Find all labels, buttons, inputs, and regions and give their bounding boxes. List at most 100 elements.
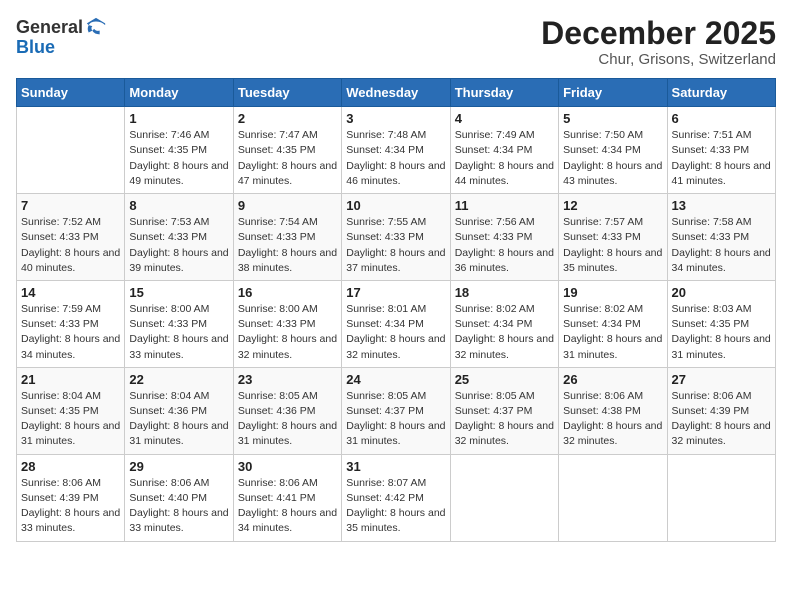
sunset-text: Sunset: 4:36 PM <box>129 404 228 419</box>
day-number: 3 <box>346 111 445 126</box>
logo: General Blue <box>16 16 107 58</box>
sunrise-text: Sunrise: 7:50 AM <box>563 128 662 143</box>
sunset-text: Sunset: 4:37 PM <box>346 404 445 419</box>
sunrise-text: Sunrise: 8:07 AM <box>346 476 445 491</box>
sunset-text: Sunset: 4:33 PM <box>21 230 120 245</box>
day-info: Sunrise: 8:05 AMSunset: 4:37 PMDaylight:… <box>455 389 554 450</box>
day-info: Sunrise: 7:54 AMSunset: 4:33 PMDaylight:… <box>238 215 337 276</box>
day-number: 8 <box>129 198 228 213</box>
daylight-text: Daylight: 8 hours and34 minutes. <box>21 332 120 362</box>
day-info: Sunrise: 8:00 AMSunset: 4:33 PMDaylight:… <box>238 302 337 363</box>
day-number: 5 <box>563 111 662 126</box>
calendar-cell: 13 Sunrise: 7:58 AMSunset: 4:33 PMDayligh… <box>667 194 775 281</box>
daylight-text: Daylight: 8 hours and31 minutes. <box>672 332 771 362</box>
sunrise-text: Sunrise: 8:06 AM <box>563 389 662 404</box>
day-info: Sunrise: 7:52 AMSunset: 4:33 PMDaylight:… <box>21 215 120 276</box>
sunset-text: Sunset: 4:35 PM <box>21 404 120 419</box>
calendar-cell: 23Sunrise: 8:05 AMSunset: 4:36 PMDayligh… <box>233 367 341 454</box>
calendar-cell: 7 Sunrise: 7:52 AMSunset: 4:33 PMDaylight… <box>17 194 125 281</box>
calendar-week-row: 28Sunrise: 8:06 AMSunset: 4:39 PMDayligh… <box>17 454 776 541</box>
daylight-text: Daylight: 8 hours and31 minutes. <box>238 419 337 449</box>
daylight-text: Daylight: 8 hours and44 minutes. <box>455 159 554 189</box>
calendar-cell: 8Sunrise: 7:53 AMSunset: 4:33 PMDaylight… <box>125 194 233 281</box>
daylight-text: Daylight: 8 hours and40 minutes. <box>21 246 120 276</box>
day-info: Sunrise: 7:47 AMSunset: 4:35 PMDaylight:… <box>238 128 337 189</box>
day-number: 10 <box>346 198 445 213</box>
day-info: Sunrise: 8:03 AMSunset: 4:35 PMDaylight:… <box>672 302 771 363</box>
sunrise-text: Sunrise: 7:56 AM <box>455 215 554 230</box>
day-info: Sunrise: 8:02 AMSunset: 4:34 PMDaylight:… <box>455 302 554 363</box>
day-number: 29 <box>129 459 228 474</box>
day-number: 13 <box>672 198 771 213</box>
daylight-text: Daylight: 8 hours and36 minutes. <box>455 246 554 276</box>
daylight-text: Daylight: 8 hours and49 minutes. <box>129 159 228 189</box>
daylight-text: Daylight: 8 hours and31 minutes. <box>21 419 120 449</box>
calendar-cell <box>667 454 775 541</box>
daylight-text: Daylight: 8 hours and32 minutes. <box>455 332 554 362</box>
calendar-cell: 21Sunrise: 8:04 AMSunset: 4:35 PMDayligh… <box>17 367 125 454</box>
sunrise-text: Sunrise: 7:57 AM <box>563 215 662 230</box>
day-number: 12 <box>563 198 662 213</box>
calendar-cell <box>450 454 558 541</box>
calendar-cell: 20Sunrise: 8:03 AMSunset: 4:35 PMDayligh… <box>667 280 775 367</box>
calendar-week-row: 1Sunrise: 7:46 AMSunset: 4:35 PMDaylight… <box>17 107 776 194</box>
sunset-text: Sunset: 4:34 PM <box>563 143 662 158</box>
calendar-cell: 30Sunrise: 8:06 AMSunset: 4:41 PMDayligh… <box>233 454 341 541</box>
day-info: Sunrise: 7:59 AMSunset: 4:33 PMDaylight:… <box>21 302 120 363</box>
calendar-cell: 11Sunrise: 7:56 AMSunset: 4:33 PMDayligh… <box>450 194 558 281</box>
calendar-cell: 9 Sunrise: 7:54 AMSunset: 4:33 PMDaylight… <box>233 194 341 281</box>
daylight-text: Daylight: 8 hours and32 minutes. <box>563 419 662 449</box>
sunrise-text: Sunrise: 8:06 AM <box>129 476 228 491</box>
daylight-text: Daylight: 8 hours and33 minutes. <box>21 506 120 536</box>
sunset-text: Sunset: 4:33 PM <box>563 230 662 245</box>
logo-icon <box>85 16 107 38</box>
daylight-text: Daylight: 8 hours and37 minutes. <box>346 246 445 276</box>
day-number: 16 <box>238 285 337 300</box>
sunset-text: Sunset: 4:34 PM <box>563 317 662 332</box>
sunset-text: Sunset: 4:34 PM <box>455 143 554 158</box>
sunrise-text: Sunrise: 8:06 AM <box>672 389 771 404</box>
day-info: Sunrise: 7:57 AMSunset: 4:33 PMDaylight:… <box>563 215 662 276</box>
day-number: 2 <box>238 111 337 126</box>
sunrise-text: Sunrise: 7:47 AM <box>238 128 337 143</box>
sunset-text: Sunset: 4:33 PM <box>129 230 228 245</box>
sunrise-text: Sunrise: 8:02 AM <box>563 302 662 317</box>
calendar-cell: 18Sunrise: 8:02 AMSunset: 4:34 PMDayligh… <box>450 280 558 367</box>
calendar-cell: 17Sunrise: 8:01 AMSunset: 4:34 PMDayligh… <box>342 280 450 367</box>
sunset-text: Sunset: 4:40 PM <box>129 491 228 506</box>
col-header-wednesday: Wednesday <box>342 79 450 107</box>
calendar-week-row: 21Sunrise: 8:04 AMSunset: 4:35 PMDayligh… <box>17 367 776 454</box>
sunrise-text: Sunrise: 7:58 AM <box>672 215 771 230</box>
calendar-cell: 4Sunrise: 7:49 AMSunset: 4:34 PMDaylight… <box>450 107 558 194</box>
calendar-cell: 19Sunrise: 8:02 AMSunset: 4:34 PMDayligh… <box>559 280 667 367</box>
daylight-text: Daylight: 8 hours and34 minutes. <box>672 246 771 276</box>
sunrise-text: Sunrise: 8:05 AM <box>238 389 337 404</box>
sunset-text: Sunset: 4:33 PM <box>238 230 337 245</box>
daylight-text: Daylight: 8 hours and35 minutes. <box>346 506 445 536</box>
sunrise-text: Sunrise: 8:02 AM <box>455 302 554 317</box>
calendar-cell: 14 Sunrise: 7:59 AMSunset: 4:33 PMDayligh… <box>17 280 125 367</box>
day-number: 14 <box>21 285 120 300</box>
sunrise-text: Sunrise: 8:01 AM <box>346 302 445 317</box>
daylight-text: Daylight: 8 hours and39 minutes. <box>129 246 228 276</box>
daylight-text: Daylight: 8 hours and41 minutes. <box>672 159 771 189</box>
calendar-cell: 6Sunrise: 7:51 AMSunset: 4:33 PMDaylight… <box>667 107 775 194</box>
sunset-text: Sunset: 4:33 PM <box>672 230 771 245</box>
day-number: 7 <box>21 198 120 213</box>
daylight-text: Daylight: 8 hours and31 minutes. <box>563 332 662 362</box>
sunrise-text: Sunrise: 8:00 AM <box>129 302 228 317</box>
sunset-text: Sunset: 4:33 PM <box>21 317 120 332</box>
sunset-text: Sunset: 4:33 PM <box>238 317 337 332</box>
day-info: Sunrise: 8:05 AMSunset: 4:36 PMDaylight:… <box>238 389 337 450</box>
sunrise-text: Sunrise: 8:06 AM <box>238 476 337 491</box>
col-header-monday: Monday <box>125 79 233 107</box>
day-info: Sunrise: 7:55 AMSunset: 4:33 PMDaylight:… <box>346 215 445 276</box>
sunset-text: Sunset: 4:39 PM <box>672 404 771 419</box>
day-number: 9 <box>238 198 337 213</box>
day-info: Sunrise: 8:04 AMSunset: 4:35 PMDaylight:… <box>21 389 120 450</box>
sunset-text: Sunset: 4:34 PM <box>346 143 445 158</box>
sunrise-text: Sunrise: 8:05 AM <box>455 389 554 404</box>
calendar-table: SundayMondayTuesdayWednesdayThursdayFrid… <box>16 78 776 541</box>
sunset-text: Sunset: 4:38 PM <box>563 404 662 419</box>
daylight-text: Daylight: 8 hours and33 minutes. <box>129 332 228 362</box>
